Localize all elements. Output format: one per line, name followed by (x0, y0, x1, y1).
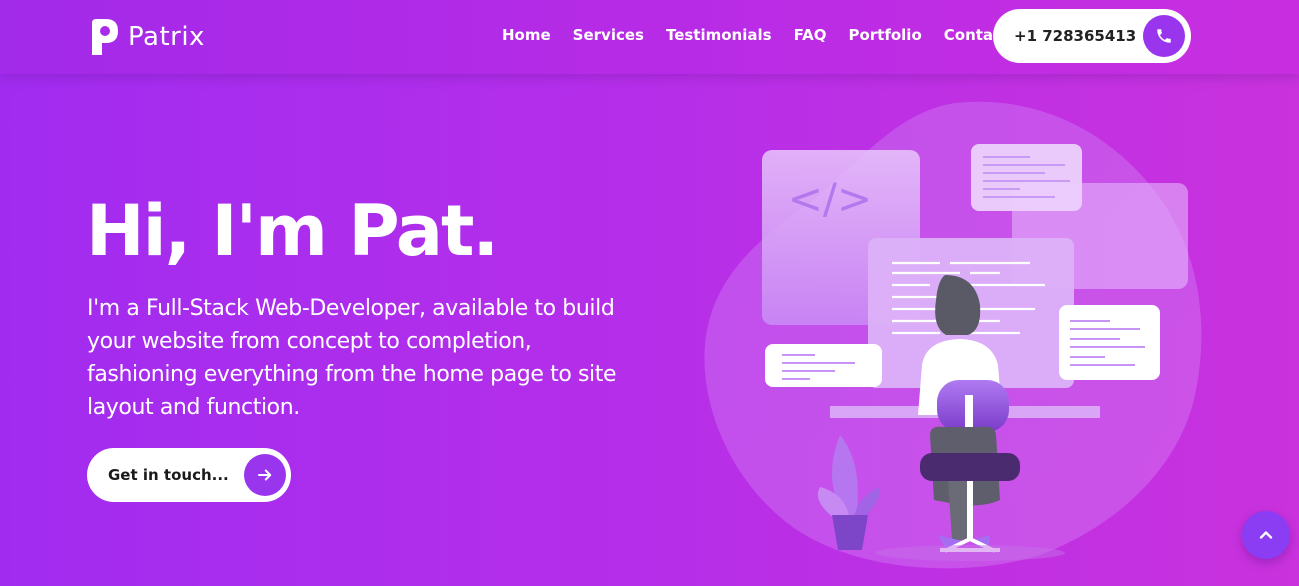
phone-number: +1 728365413 (1014, 27, 1137, 45)
arrow-right-icon (258, 469, 272, 481)
scroll-to-top-button[interactable] (1242, 511, 1290, 559)
nav-link-testimonials[interactable]: Testimonials (666, 26, 772, 44)
top-note-card (971, 144, 1082, 211)
get-in-touch-button[interactable]: Get in touch... (87, 448, 291, 502)
hero-description: I'm a Full-Stack Web-Developer, availabl… (87, 296, 617, 420)
chair-seat (920, 453, 1020, 481)
letter-p-logo-icon (92, 19, 118, 55)
phone-icon (1157, 29, 1171, 43)
chevron-up-icon (1259, 531, 1273, 539)
arrow-circle (244, 454, 286, 496)
main-nav: Home Services Testimonials FAQ Portfolio… (502, 26, 1031, 44)
developer-illustration: </> (704, 101, 1202, 569)
brand-logo[interactable]: Patrix (90, 16, 205, 58)
navbar: Patrix Home Services Testimonials FAQ Po… (0, 0, 1299, 74)
nav-link-services[interactable]: Services (573, 26, 644, 44)
left-note-card (765, 344, 882, 387)
nav-link-home[interactable]: Home (502, 26, 551, 44)
nav-link-faq[interactable]: FAQ (794, 26, 827, 44)
phone-icon-circle (1143, 15, 1185, 57)
get-in-touch-label: Get in touch... (108, 466, 229, 484)
phone-button[interactable]: +1 728365413 (993, 9, 1191, 63)
brand-name: Patrix (128, 22, 205, 52)
hero-title: Hi, I'm Pat. (86, 190, 499, 272)
nav-link-portfolio[interactable]: Portfolio (848, 26, 921, 44)
code-tag-text: </> (788, 174, 873, 223)
right-note-card (1059, 305, 1160, 380)
